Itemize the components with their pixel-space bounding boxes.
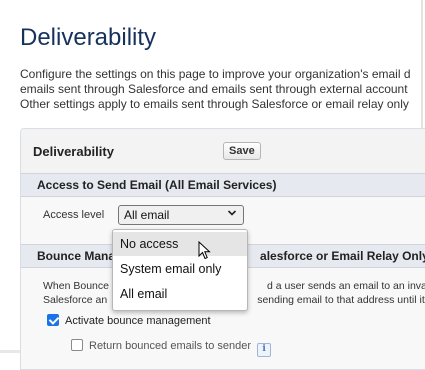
access-level-select[interactable]: All email bbox=[118, 205, 244, 225]
activate-bounce-label: Activate bounce management bbox=[65, 315, 211, 327]
bounce-title-right: alesforce or Email Relay Only) bbox=[260, 249, 425, 263]
bounce-title-left: Bounce Mana bbox=[37, 249, 116, 263]
info-icon[interactable]: i bbox=[257, 343, 272, 357]
return-bounced-label: Return bounced emails to sender bbox=[89, 340, 252, 352]
description-line: Configure the settings on this page to i… bbox=[20, 67, 411, 81]
return-bounced-checkbox[interactable] bbox=[71, 339, 83, 351]
access-level-label: Access level bbox=[43, 209, 105, 221]
page-description: Configure the settings on this page to i… bbox=[20, 67, 425, 112]
bounce-text-left: When Bounce bbox=[43, 280, 109, 292]
option-all-email[interactable]: All email bbox=[113, 282, 247, 306]
description-line: Other settings apply to emails sent thro… bbox=[20, 97, 409, 111]
option-system-email-only[interactable]: System email only bbox=[113, 257, 247, 281]
access-section-header: Access to Send Email (All Email Services… bbox=[21, 173, 425, 197]
panel-title: Deliverability bbox=[33, 144, 114, 159]
mouse-pointer-icon bbox=[198, 240, 212, 266]
save-button[interactable]: Save bbox=[223, 142, 261, 160]
access-section-title: Access to Send Email (All Email Services… bbox=[37, 178, 277, 192]
bounce-text-right: sending email to that address until it bbox=[257, 294, 425, 306]
bounce-text-right: d a user sends an email to an invali bbox=[266, 280, 425, 292]
access-level-value: All email bbox=[124, 208, 170, 222]
activate-bounce-row: Activate bounce management bbox=[47, 314, 211, 327]
return-bounced-row: Return bounced emails to sender i bbox=[71, 339, 272, 357]
activate-bounce-checkbox[interactable] bbox=[47, 314, 59, 326]
chevron-down-icon bbox=[227, 208, 237, 221]
panel-header: Deliverability Save bbox=[21, 129, 425, 174]
option-no-access[interactable]: No access bbox=[113, 232, 247, 256]
bounce-text-left: Salesforce an bbox=[43, 294, 108, 306]
description-line: emails sent through Salesforce and email… bbox=[20, 82, 408, 96]
access-level-dropdown: No access System email only All email bbox=[112, 229, 248, 311]
page-title: Deliverability bbox=[20, 24, 157, 51]
